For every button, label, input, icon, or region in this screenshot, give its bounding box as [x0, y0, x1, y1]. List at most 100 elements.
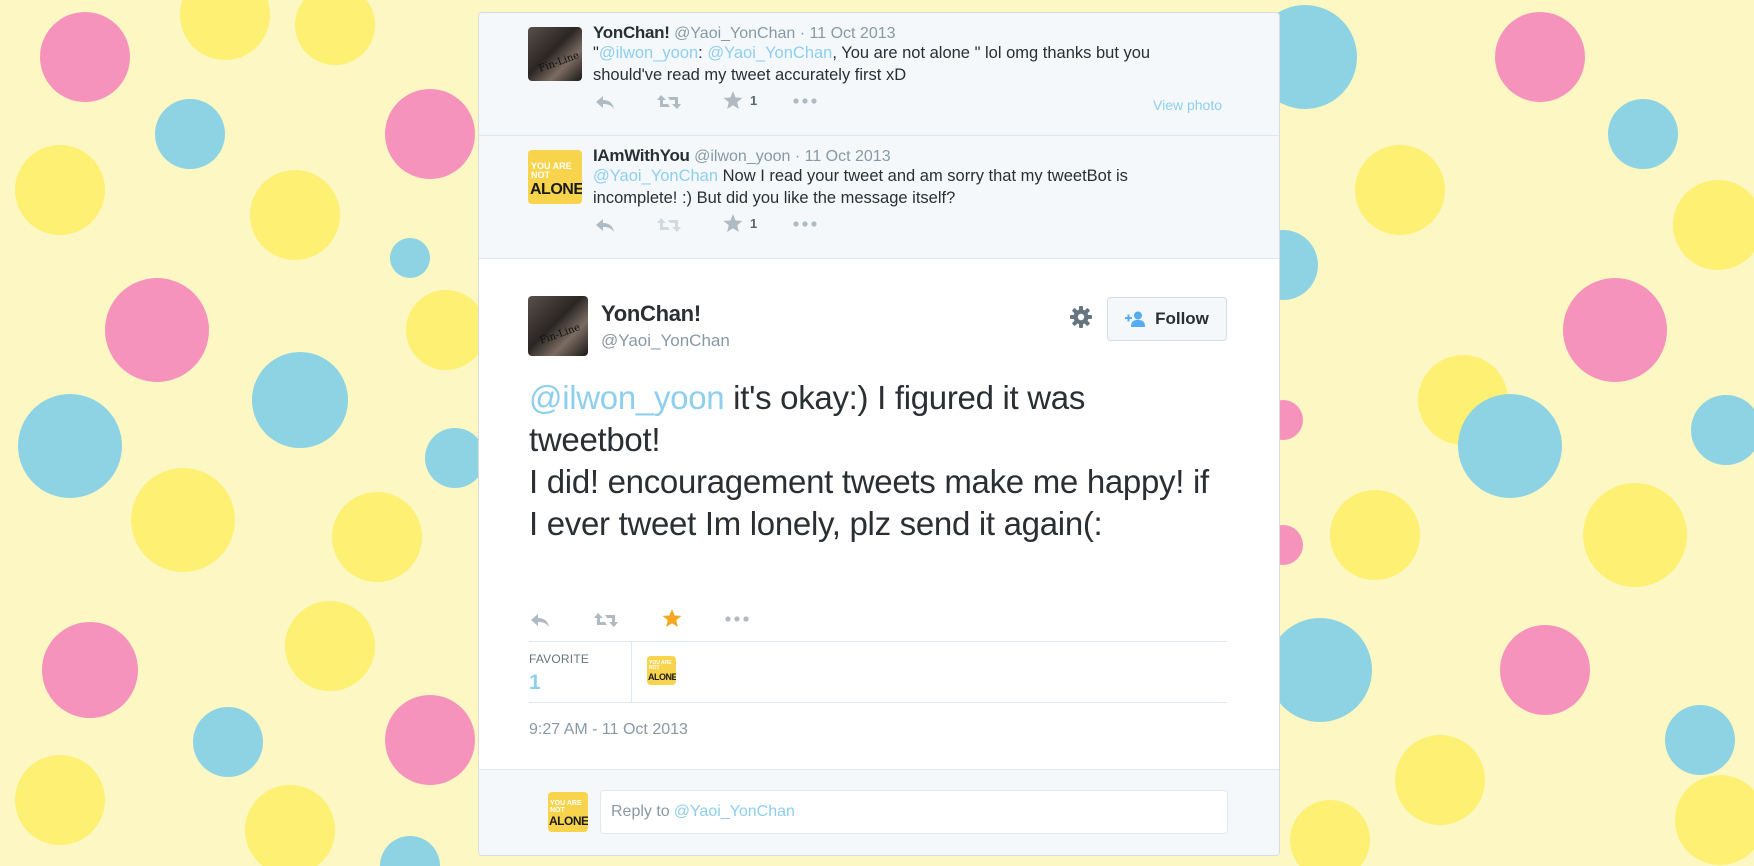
tweet-timestamp[interactable]: 9:27 AM - 11 Oct 2013: [529, 721, 688, 739]
reply-input[interactable]: Reply to @Yaoi_YonChan: [600, 790, 1228, 834]
tweet-header: YonChan! @Yaoi_YonChan · 11 Oct 2013: [593, 23, 896, 43]
background-dot: [1395, 735, 1485, 825]
background-dot: [15, 755, 105, 845]
retweet-icon: [594, 613, 618, 627]
background-dot: [1563, 278, 1667, 382]
avatar-iamwithyou[interactable]: YOU ARE NOT ALONE: [528, 150, 582, 204]
background-dot: [285, 601, 375, 691]
retweet-action[interactable]: [656, 217, 682, 233]
more-action[interactable]: [725, 616, 749, 622]
background-dot: [1458, 394, 1562, 498]
more-dots-icon: [793, 98, 817, 104]
favorite-star-icon: [723, 214, 743, 232]
reply-icon: [531, 614, 549, 627]
favorite-action[interactable]: 1: [723, 91, 757, 110]
background-dot: [1330, 490, 1420, 580]
context-tweet-1[interactable]: Fin-Line YonChan! @Yaoi_YonChan · 11 Oct…: [479, 13, 1279, 136]
author-name[interactable]: YonChan!: [593, 23, 670, 42]
current-user-avatar: YOU ARE NOT ALONE: [548, 792, 588, 832]
background-dot: [406, 290, 486, 370]
context-tweet-2[interactable]: YOU ARE NOT ALONE IAmWithYou @ilwon_yoon…: [479, 136, 1279, 259]
favorite-action-active[interactable]: [662, 609, 682, 628]
background-dot: [1500, 625, 1590, 715]
favorite-count: 1: [750, 93, 758, 108]
background-dot: [252, 352, 348, 448]
avatar-big-text: ALONE: [648, 672, 676, 682]
follow-person-plus-icon: [1125, 311, 1146, 327]
reply-action[interactable]: [594, 216, 616, 234]
reply-icon: [596, 219, 614, 232]
avatar-big-text: ALONE: [549, 814, 588, 828]
favorite-label: FAVORITE: [529, 652, 590, 666]
mention-link[interactable]: @Yaoi_YonChan: [707, 44, 832, 62]
stats-divider: [631, 642, 632, 702]
avatar-small-text: YOU ARE NOT: [531, 161, 572, 180]
main-author-name[interactable]: YonChan!: [601, 301, 701, 327]
mention-link[interactable]: @ilwon_yoon: [599, 44, 698, 62]
avatar-photo-text: Fin-Line: [538, 322, 582, 347]
background-dot: [180, 0, 270, 60]
background-dot: [295, 0, 375, 65]
more-action[interactable]: [793, 98, 817, 104]
main-author-avatar[interactable]: Fin-Line: [528, 296, 588, 356]
background-dot: [332, 492, 422, 582]
reply-area: YOU ARE NOT ALONE Reply to @Yaoi_YonChan: [479, 769, 1279, 855]
reply-action[interactable]: [594, 93, 616, 111]
author-name[interactable]: IAmWithYou: [593, 146, 690, 165]
background-dot: [385, 695, 475, 785]
tweet-permalink-card: Fin-Line YonChan! @Yaoi_YonChan · 11 Oct…: [478, 12, 1280, 856]
background-dot: [425, 428, 485, 488]
author-handle[interactable]: @Yaoi_YonChan: [674, 25, 795, 42]
favorite-action[interactable]: 1: [723, 214, 757, 233]
avatar-yonchan[interactable]: Fin-Line: [528, 27, 582, 81]
background-dot: [18, 394, 122, 498]
text-separator: :: [698, 44, 708, 62]
favorite-star-icon: [723, 91, 743, 109]
main-author-handle[interactable]: @Yaoi_YonChan: [601, 331, 730, 351]
tweet-stats: FAVORITE 1 YOU ARE NOT ALONE: [529, 641, 1227, 703]
background-dot: [1691, 395, 1754, 465]
avatar-photo-text: Fin-Line: [537, 49, 581, 75]
background-dot: [1583, 483, 1687, 587]
retweet-action[interactable]: [656, 94, 682, 110]
view-photo-link[interactable]: View photo: [1153, 97, 1222, 113]
author-handle[interactable]: @ilwon_yoon: [694, 148, 790, 165]
retweet-icon: [657, 95, 681, 109]
mention-link[interactable]: @ilwon_yoon: [529, 379, 725, 416]
background-dot: [131, 468, 235, 572]
tweet-text: @Yaoi_YonChan Now I read your tweet and …: [593, 165, 1173, 209]
background-dot: [1290, 800, 1370, 866]
tweet-date[interactable]: · 11 Oct 2013: [800, 25, 896, 42]
background-dot: [155, 99, 225, 169]
more-dots-icon: [793, 221, 817, 227]
favorite-count[interactable]: 1: [529, 671, 541, 695]
main-tweet-text: @ilwon_yoon it's okay:) I figured it was…: [529, 377, 1219, 545]
favorite-star-icon: [662, 609, 682, 627]
follow-label: Follow: [1155, 309, 1209, 328]
reply-icon: [596, 96, 614, 109]
avatar-small-text: YOU ARE NOT: [550, 800, 582, 814]
mention-link[interactable]: @Yaoi_YonChan: [593, 167, 718, 185]
background-dot: [380, 836, 440, 866]
favoriter-avatar[interactable]: YOU ARE NOT ALONE: [647, 656, 676, 685]
user-actions-gear[interactable]: [1069, 305, 1093, 334]
background-dot: [1673, 180, 1754, 270]
retweet-action[interactable]: [593, 612, 619, 628]
favorite-count: 1: [750, 216, 758, 231]
tweet-date[interactable]: · 11 Oct 2013: [795, 148, 891, 165]
background-dot: [105, 278, 209, 382]
avatar-small-text: YOU ARE NOT: [649, 660, 672, 671]
reply-mention: @Yaoi_YonChan: [673, 803, 795, 820]
background-dot: [245, 785, 335, 866]
reply-action[interactable]: [529, 611, 551, 629]
background-dot: [42, 622, 138, 718]
gear-icon: [1070, 306, 1092, 328]
text-line-2: I did! encouragement tweets make me happ…: [529, 463, 1209, 542]
follow-button[interactable]: Follow: [1107, 297, 1227, 341]
retweet-icon: [657, 218, 681, 232]
tweet-text: "@ilwon_yoon: @Yaoi_YonChan, You are not…: [593, 42, 1153, 86]
more-action[interactable]: [793, 221, 817, 227]
background-dot: [1675, 775, 1754, 865]
background-dot: [1608, 99, 1678, 169]
background-dot: [193, 707, 263, 777]
